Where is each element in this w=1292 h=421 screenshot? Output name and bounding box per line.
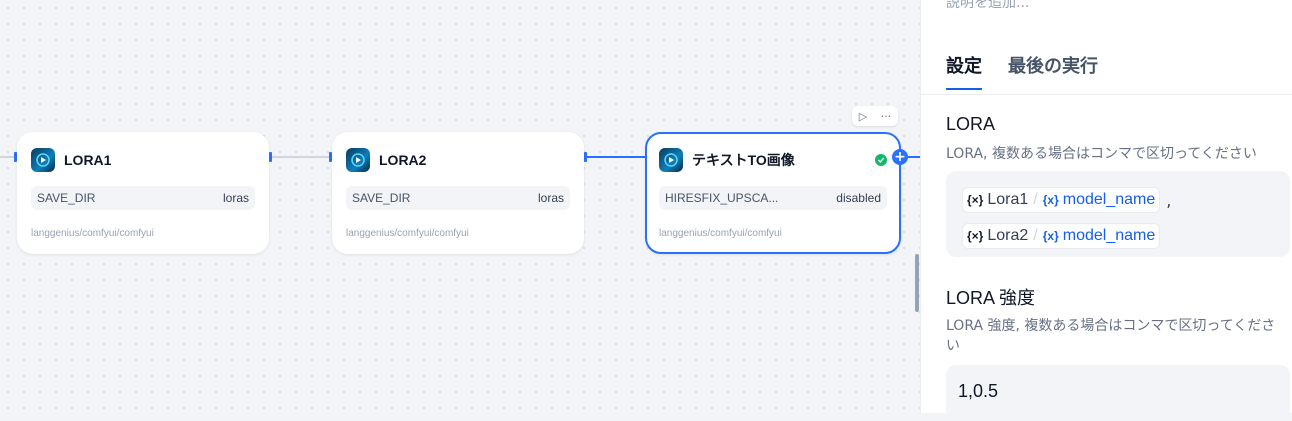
description-input[interactable]: 説明を追加... <box>946 0 1029 12</box>
node-provider: langgenius/comfyui/comfyui <box>659 228 782 239</box>
variable-icon: {x} <box>1042 229 1059 243</box>
param-value: loras <box>222 191 249 205</box>
separator-comma: , <box>1166 190 1172 210</box>
run-icon[interactable]: ▷ <box>859 110 867 123</box>
node-param: SAVE_DIR loras <box>31 186 255 210</box>
comfyui-app-icon <box>346 148 370 172</box>
node-provider: langgenius/comfyui/comfyui <box>31 228 154 239</box>
node-settings-panel: 説明を追加... 設定 最後の実行 LORA LORA, 複数ある場合はコンマで… <box>921 0 1292 421</box>
node-provider: langgenius/comfyui/comfyui <box>346 228 469 239</box>
variable-node: Lora1 <box>987 191 1029 208</box>
divider <box>921 94 1292 95</box>
comfyui-app-icon <box>31 148 55 172</box>
param-value: disabled <box>836 191 881 205</box>
edge-lora1-lora2 <box>270 156 332 158</box>
param-key: HIRESFIX_UPSCA... <box>665 191 779 205</box>
variable-icon: {×} <box>967 229 984 243</box>
tab-last-run[interactable]: 最後の実行 <box>1008 52 1098 90</box>
success-check-icon <box>875 154 887 166</box>
path-separator: / <box>1033 227 1038 244</box>
param-value: loras <box>537 191 564 205</box>
tab-settings[interactable]: 設定 <box>946 52 982 90</box>
variable-node: Lora2 <box>987 227 1029 244</box>
output-handle[interactable] <box>584 152 587 162</box>
panel-tabs: 設定 最後の実行 <box>946 52 1098 90</box>
lora-strength-field-label: LORA 強度 <box>946 288 1036 308</box>
variable-row: {×} Lora1 / {x} model_name , <box>962 187 1171 213</box>
node-param: HIRESFIX_UPSCA... disabled <box>659 186 887 210</box>
lora-variable-input[interactable]: {×} Lora1 / {x} model_name , {×} Lora2 /… <box>946 171 1290 257</box>
variable-name: model_name <box>1062 227 1156 244</box>
output-handle[interactable] <box>269 152 272 162</box>
lora-field-label: LORA <box>946 114 996 134</box>
param-key: SAVE_DIR <box>352 191 411 205</box>
edge-text2image-out <box>906 156 921 158</box>
variable-chip[interactable]: {×} Lora2 / {x} model_name <box>962 223 1161 249</box>
param-key: SAVE_DIR <box>37 191 96 205</box>
lora-strength-field-description: LORA 強度, 複数ある場合はコンマで区切ってください <box>946 318 1276 354</box>
node-param: SAVE_DIR loras <box>346 186 570 210</box>
node-title: LORA1 <box>64 152 112 168</box>
node-title: テキストTO画像 <box>692 152 795 168</box>
path-separator: / <box>1033 191 1038 208</box>
workflow-canvas[interactable]: LORA1 SAVE_DIR loras langgenius/comfyui/… <box>0 0 921 413</box>
node-toolbar: ▷ ··· <box>852 106 898 126</box>
lora-field-description: LORA, 複数ある場合はコンマで区切ってください <box>946 146 1257 162</box>
workflow-node-lora2[interactable]: LORA2 SAVE_DIR loras langgenius/comfyui/… <box>332 132 584 254</box>
node-title: LORA2 <box>379 152 427 168</box>
variable-row: {×} Lora2 / {x} model_name <box>962 223 1161 249</box>
canvas-scrollbar[interactable] <box>915 254 919 312</box>
comfyui-app-icon <box>659 148 683 172</box>
variable-chip[interactable]: {×} Lora1 / {x} model_name <box>962 187 1161 213</box>
variable-name: model_name <box>1062 191 1156 208</box>
workflow-node-text2image[interactable]: テキストTO画像 HIRESFIX_UPSCA... disabled lang… <box>645 132 901 254</box>
workflow-node-lora1[interactable]: LORA1 SAVE_DIR loras langgenius/comfyui/… <box>17 132 269 254</box>
variable-icon: {×} <box>967 193 984 207</box>
variable-icon: {x} <box>1042 193 1059 207</box>
add-node-icon[interactable]: + <box>892 149 908 165</box>
more-icon[interactable]: ··· <box>881 110 892 123</box>
edge-lora2-text2image <box>586 156 648 158</box>
